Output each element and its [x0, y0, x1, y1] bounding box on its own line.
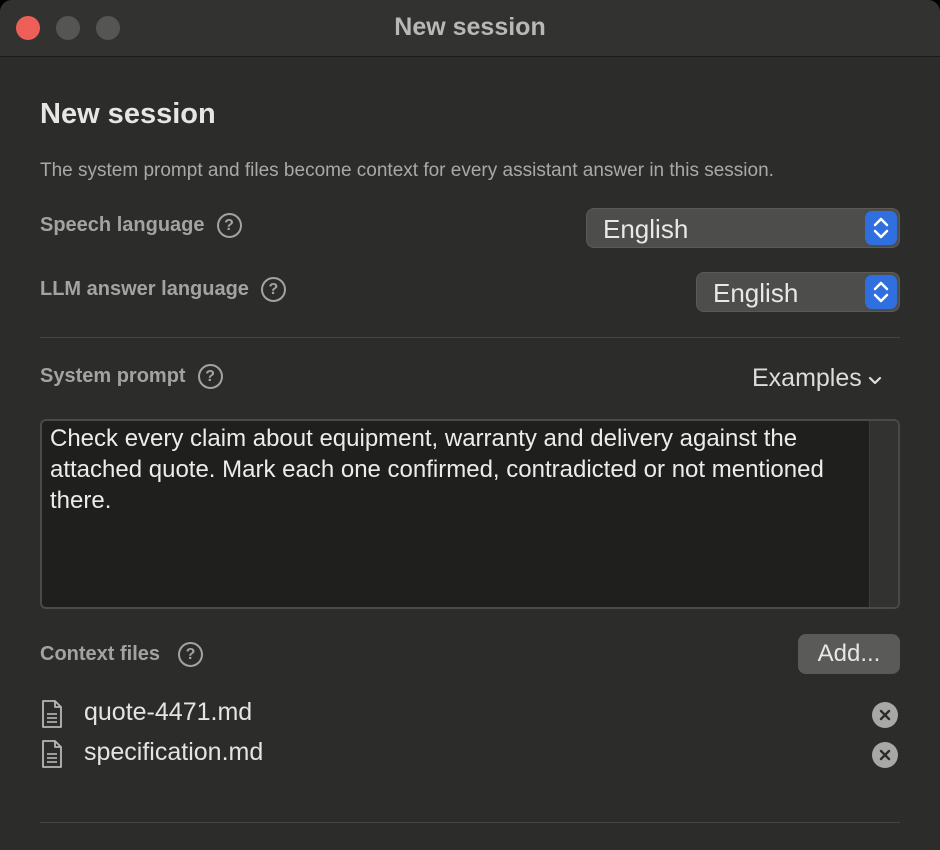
- page-title: New session: [40, 98, 216, 130]
- section-divider: [40, 337, 900, 338]
- remove-file-icon[interactable]: [872, 702, 898, 728]
- speech-language-select[interactable]: English: [586, 208, 900, 248]
- dialog-content: New session The system prompt and files …: [0, 58, 940, 850]
- context-files-label: Context files: [40, 643, 161, 665]
- system-prompt-textarea[interactable]: Check every claim about equipment, warra…: [40, 419, 900, 609]
- examples-label: Examples: [752, 364, 862, 392]
- system-prompt-help-icon[interactable]: ?: [197, 364, 223, 389]
- title-bar: New session: [0, 0, 940, 57]
- chevron-up-down-icon: [865, 211, 897, 245]
- llm-language-value: English: [713, 278, 799, 308]
- examples-menu-button[interactable]: Examples: [752, 364, 882, 393]
- llm-language-row: LLM answer language ?: [40, 277, 286, 302]
- speech-language-label: Speech language: [40, 214, 205, 236]
- file-list-item: quote-4471.md: [40, 696, 900, 732]
- context-files-help-icon[interactable]: ?: [178, 642, 204, 667]
- section-divider: [40, 822, 900, 823]
- file-list-item: specification.md: [40, 736, 900, 772]
- file-name: specification.md: [84, 738, 264, 766]
- page-description: The system prompt and files become conte…: [40, 160, 774, 181]
- system-prompt-label: System prompt: [40, 365, 186, 387]
- system-prompt-row: System prompt ?: [40, 364, 223, 389]
- speech-language-help-icon[interactable]: ?: [216, 213, 242, 238]
- remove-file-icon[interactable]: [872, 742, 898, 768]
- context-files-row: Context files ?: [40, 642, 204, 667]
- llm-language-label: LLM answer language: [40, 278, 249, 300]
- add-file-button[interactable]: Add...: [798, 634, 900, 674]
- chevron-down-icon: [868, 364, 882, 393]
- system-prompt-text: Check every claim about equipment, warra…: [50, 425, 824, 514]
- speech-language-row: Speech language ?: [40, 213, 242, 238]
- speech-language-value: English: [603, 214, 689, 244]
- llm-language-select[interactable]: English: [696, 272, 900, 312]
- new-session-window: New session New session The system promp…: [0, 0, 940, 850]
- document-icon: [40, 699, 64, 734]
- window-title: New session: [394, 13, 546, 41]
- document-icon: [40, 739, 64, 774]
- llm-language-help-icon[interactable]: ?: [260, 277, 286, 302]
- file-name: quote-4471.md: [84, 698, 253, 726]
- chevron-up-down-icon: [865, 275, 897, 309]
- textarea-scrollbar[interactable]: [869, 421, 898, 607]
